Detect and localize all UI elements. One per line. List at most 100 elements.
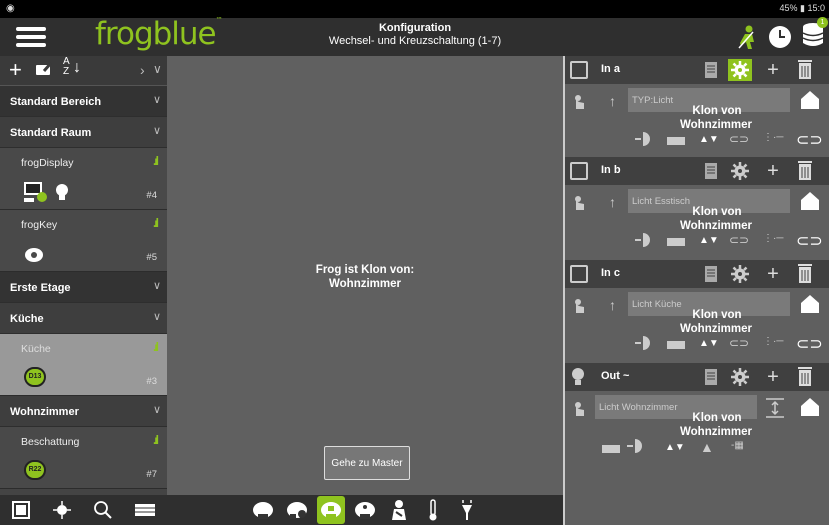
loop-icon: ⊂⊃	[796, 233, 823, 250]
sort-az-icon[interactable]: AZ	[63, 57, 70, 77]
document-icon[interactable]	[699, 160, 723, 182]
device-type-a-icon[interactable]	[249, 496, 277, 524]
device-type-bar	[167, 495, 563, 525]
device-frogdisplay[interactable]: frogDisplay .ıl #4	[0, 148, 167, 210]
arrow-up-icon: ↑	[609, 93, 616, 109]
gear-icon[interactable]	[728, 263, 752, 285]
io-body-in-b: ↑ Licht Esstisch Klon von Wohnzimmer ▲▼ …	[565, 185, 829, 255]
up-down-icon: ▲▼	[665, 442, 685, 453]
home-icon[interactable]	[799, 397, 821, 417]
io-header-out: Out ~ +	[565, 363, 829, 391]
thermometer-icon[interactable]	[419, 496, 447, 524]
trash-icon[interactable]	[793, 366, 817, 388]
link-icon: ⊂⊃	[729, 132, 750, 146]
top-bar: frogblue™ Konfiguration Wechsel- und Kre…	[0, 16, 829, 56]
output-icon	[635, 233, 650, 247]
io-body-in-c: ↑ Licht Küche Klon von Wohnzimmer ▲▼ ⊂⊃ …	[565, 288, 829, 358]
app-logo: frogblue™	[95, 16, 223, 52]
go-to-master-button[interactable]: Gehe zu Master	[324, 446, 410, 480]
device-type-b-icon[interactable]	[283, 496, 311, 524]
touch-icon	[575, 95, 584, 109]
input-type-icon[interactable]	[570, 265, 588, 283]
device-kueche[interactable]: Küche .ıl D13 #3	[0, 334, 167, 396]
gear-icon[interactable]	[728, 160, 752, 182]
room-kueche[interactable]: Küche ∨	[0, 303, 167, 334]
touch-icon	[575, 402, 584, 416]
display-device-icon	[24, 182, 68, 202]
arrow-up-icon: ↑	[609, 194, 616, 210]
touch-icon	[575, 196, 584, 210]
search-icon[interactable]	[93, 500, 113, 520]
home-icon[interactable]	[799, 294, 821, 314]
loop-icon: ⊂⊃	[796, 336, 823, 353]
input-type-icon[interactable]	[570, 61, 588, 79]
home-icon[interactable]	[799, 90, 821, 110]
switch-icon	[667, 238, 685, 246]
output-icon	[635, 336, 650, 350]
signal-icon: .ıl	[152, 216, 159, 230]
document-icon[interactable]	[699, 59, 723, 81]
clone-label: Klon von	[692, 105, 742, 117]
gear-icon[interactable]	[728, 366, 752, 388]
gear-icon[interactable]	[728, 59, 752, 81]
add-icon[interactable]: +	[761, 366, 785, 388]
document-icon[interactable]	[699, 263, 723, 285]
clone-label: Klon von	[692, 309, 742, 321]
device-type-c-icon[interactable]	[317, 496, 345, 524]
sidebar: + AZ ↓ › ∨ Standard Bereich ∨ Standard Ra…	[0, 56, 167, 525]
trash-icon[interactable]	[793, 59, 817, 81]
dots-icon: ⋮·─	[763, 336, 784, 347]
device-type-d-icon[interactable]	[351, 496, 379, 524]
area-erste-etage[interactable]: Erste Etage ∨	[0, 272, 167, 303]
output-icon	[635, 132, 650, 146]
dimmer-icon[interactable]	[453, 496, 481, 524]
plug-icon: -▦	[731, 440, 744, 451]
add-icon[interactable]: +	[9, 57, 22, 83]
room-wohnzimmer[interactable]: Wohnzimmer ∨	[0, 396, 167, 427]
clone-master-label: Wohnzimmer	[680, 323, 752, 335]
link-icon: ⊂⊃	[729, 336, 750, 350]
dots-icon: ⋮·─	[763, 233, 784, 244]
input-type-icon[interactable]	[570, 162, 588, 180]
expand-icon[interactable]: ›	[140, 62, 145, 78]
triangle-icon: ▲	[700, 439, 714, 455]
clock-icon[interactable]	[767, 24, 793, 50]
add-icon[interactable]: +	[761, 160, 785, 182]
signal-icon: .ıl	[152, 433, 159, 447]
up-down-icon: ▲▼	[699, 235, 719, 246]
home-icon[interactable]	[799, 191, 821, 211]
signal-icon: .ıl	[152, 340, 159, 354]
io-header-in-c: In c +	[565, 260, 829, 288]
room-standard-raum[interactable]: Standard Raum ∨	[0, 117, 167, 148]
trash-icon[interactable]	[793, 263, 817, 285]
dots-icon: ⋮·─	[763, 132, 784, 143]
chevron-down-icon[interactable]: ∨	[153, 62, 162, 76]
switch-icon	[602, 445, 620, 453]
clone-master-label: Wohnzimmer	[680, 426, 752, 438]
switch-icon	[667, 341, 685, 349]
database-icon[interactable]: 1	[801, 16, 828, 54]
sidebar-toolbar: + AZ ↓ › ∨	[0, 56, 167, 86]
person-icon[interactable]	[737, 24, 759, 50]
trash-icon[interactable]	[793, 160, 817, 182]
status-logo-icon: ◉	[6, 3, 15, 14]
signal-icon: .ıl	[152, 154, 159, 168]
key-device-icon	[25, 248, 43, 262]
square-view-icon[interactable]	[11, 500, 31, 520]
chevron-down-icon: ∨	[152, 125, 161, 137]
add-icon[interactable]: +	[761, 59, 785, 81]
link-icon: ⊂⊃	[729, 233, 750, 247]
device-frogkey[interactable]: frogKey .ıl #5	[0, 210, 167, 272]
person-device-icon[interactable]	[385, 496, 413, 524]
locate-icon[interactable]	[52, 500, 72, 520]
device-beschattung[interactable]: Beschattung .ıl R22 #7	[0, 427, 167, 489]
document-icon[interactable]	[699, 366, 723, 388]
menu-icon[interactable]	[16, 27, 46, 47]
bulb-icon[interactable]	[571, 367, 585, 387]
list-view-icon[interactable]	[134, 500, 156, 520]
clone-label: Klon von	[692, 206, 742, 218]
area-standard-bereich[interactable]: Standard Bereich ∨	[0, 86, 167, 117]
edit-icon[interactable]	[35, 61, 53, 82]
add-icon[interactable]: +	[761, 263, 785, 285]
adjust-icon[interactable]	[765, 398, 785, 418]
